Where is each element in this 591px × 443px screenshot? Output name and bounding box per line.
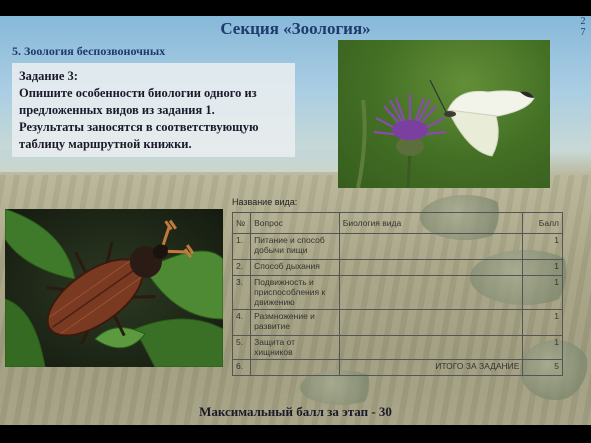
column-header-score: Балл (522, 212, 563, 234)
row-question: Защита от хищников (250, 335, 340, 360)
page-title: Секция «Зоология» (220, 19, 371, 38)
row-score: 1 (522, 259, 563, 276)
max-score-footer: Максимальный балл за этап - 30 (199, 404, 392, 419)
column-header-number: № (231, 212, 252, 234)
row-biology-cell[interactable] (338, 259, 524, 276)
route-book-table-section: Название вида: № Вопрос Биология вида Ба… (231, 197, 567, 376)
section-subtitle: 5. Зоология беспозвоночных (12, 44, 166, 58)
cockchafer-beetle-photo (5, 209, 223, 367)
task-box: Задание 3: Опишите особенности биологии … (12, 63, 295, 157)
row-score: 1 (522, 233, 563, 260)
row-biology-cell[interactable] (338, 233, 524, 260)
row-number: 3. (231, 275, 252, 310)
row-biology-cell[interactable] (338, 309, 524, 336)
row-question (250, 359, 340, 376)
row-question: Подвижность и приспособления к движению (250, 275, 340, 310)
slide: Секция «Зоология» 2 7 5. Зоология беспоз… (0, 0, 591, 443)
row-question: Размножение и развитие (250, 309, 340, 336)
table-row: 3. Подвижность и приспособления к движен… (231, 275, 563, 310)
row-score: 1 (522, 335, 563, 360)
total-score: 5 (522, 359, 563, 376)
row-number: 2. (231, 259, 252, 276)
table-row: 4. Размножение и развитие 1 (231, 309, 563, 336)
table-row: 1. Питание и способ добычи пищи 1 (231, 233, 563, 260)
row-score: 1 (522, 275, 563, 310)
table-total-row: 6. ИТОГО ЗА ЗАДАНИЕ 5 (231, 359, 563, 376)
species-name-caption: Название вида: (232, 197, 298, 207)
table-row: 5. Защита от хищников 1 (231, 335, 563, 360)
row-number: 4. (231, 309, 252, 336)
row-number: 5. (231, 335, 252, 360)
task-text: Задание 3: Опишите особенности биологии … (19, 69, 259, 151)
row-question: Способ дыхания (250, 259, 340, 276)
table-header-row: № Вопрос Биология вида Балл (231, 212, 563, 234)
row-biology-cell[interactable] (338, 275, 524, 310)
row-biology-cell[interactable] (338, 335, 524, 360)
row-number: 6. (231, 359, 252, 376)
bottom-black-bar (0, 425, 591, 443)
top-black-bar (0, 0, 591, 16)
table-row: 2. Способ дыхания 1 (231, 259, 563, 276)
page-number: 2 7 (580, 16, 586, 38)
butterfly-illustration (338, 40, 550, 188)
biology-table: № Вопрос Биология вида Балл 1. Питание и… (231, 212, 563, 376)
row-question: Питание и способ добычи пищи (250, 233, 340, 260)
row-number: 1. (231, 233, 252, 260)
column-header-biology: Биология вида (338, 212, 524, 234)
beetle-illustration (5, 209, 223, 367)
row-score: 1 (522, 309, 563, 336)
total-label: ИТОГО ЗА ЗАДАНИЕ (338, 359, 524, 376)
butterfly-on-thistle-photo (338, 40, 550, 188)
column-header-question: Вопрос (250, 212, 340, 234)
